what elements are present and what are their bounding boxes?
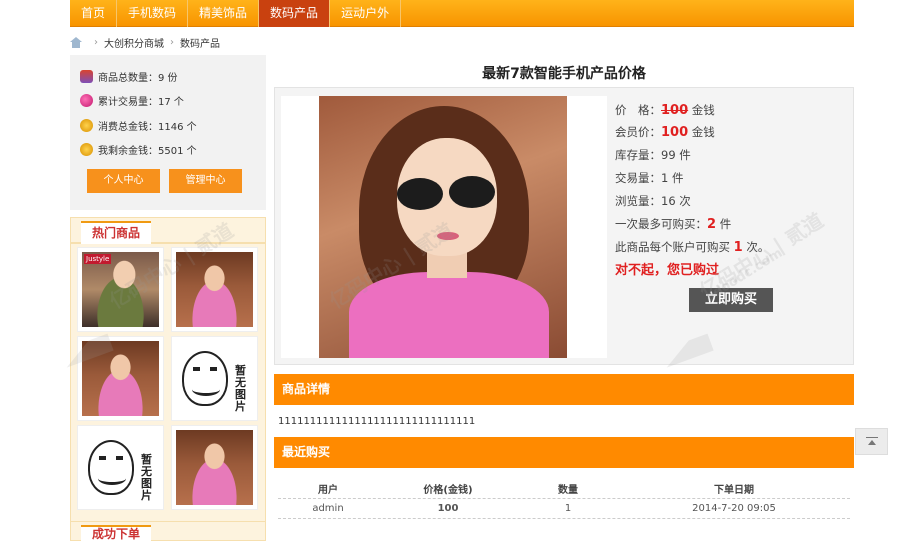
views-row: 浏览量：16 次 — [615, 194, 691, 208]
col-header-user: 用户 — [318, 485, 338, 496]
max-buy-row: 一次最多可购买：2 件 — [615, 214, 731, 234]
cell-qty: 1 — [564, 503, 572, 514]
product-title: 最新7款智能手机产品价格 — [482, 66, 646, 82]
back-to-top-button[interactable] — [855, 428, 888, 455]
stat-text: 我剩余金钱：5501 个 — [98, 145, 197, 157]
stat-total-spent: 消费总金钱：1146 个 — [80, 117, 197, 133]
stat-total-trades: 累计交易量：17 个 — [80, 92, 184, 108]
table-row: admin 100 1 2014-7-20 09:05 — [278, 499, 850, 519]
hot-item[interactable] — [171, 425, 258, 510]
no-image-text: 暂无图片 — [235, 364, 246, 413]
col-header-qty: 数量 — [558, 485, 578, 496]
detail-text: 1111111111111111111111111111111 — [278, 416, 476, 427]
cell-date: 2014-7-20 09:05 — [692, 503, 776, 514]
nav-item-accessories[interactable]: 精美饰品 — [188, 0, 260, 27]
arrow-up-icon — [866, 437, 878, 447]
hot-item[interactable]: 暂无图片 — [77, 425, 164, 510]
coin-icon — [80, 118, 93, 132]
trades-row: 交易量：1 件 — [615, 171, 684, 185]
success-orders-panel: 成功下单 — [70, 521, 266, 543]
recent-purchases-table: 用户 价格(金钱) 数量 下单日期 admin 100 1 2014-7-20 … — [278, 479, 850, 519]
max-buy-unit: 件 — [716, 217, 732, 231]
admin-center-button[interactable]: 管理中心 — [169, 169, 242, 193]
stat-text: 消费总金钱：1146 个 — [98, 121, 197, 133]
price-row: 价 格：100 金钱 — [615, 100, 715, 120]
max-buy-value: 2 — [707, 217, 717, 232]
success-orders-title: 成功下单 — [81, 525, 152, 543]
section-detail-header: 商品详情 — [274, 374, 854, 405]
meme-face-icon — [182, 351, 228, 406]
max-buy-label: 一次最多可购买： — [615, 217, 707, 231]
no-image-placeholder[interactable]: 暂无图片 — [176, 341, 253, 416]
meme-face-icon — [88, 440, 134, 495]
product-thumbnail[interactable] — [176, 430, 253, 505]
stat-text: 商品总数量：9 份 — [98, 72, 178, 84]
nav-item-phones[interactable]: 手机数码 — [117, 0, 189, 27]
cell-user: admin — [312, 503, 344, 514]
breadcrumb-current[interactable]: 数码产品 — [180, 35, 220, 50]
col-header-price: 价格(金钱) — [423, 485, 473, 496]
no-image-text: 暂无图片 — [141, 453, 152, 502]
nav-item-outdoor[interactable]: 运动户外 — [330, 0, 402, 27]
photo-sunglasses-right — [449, 176, 495, 208]
per-account-label: 此商品每个账户可购买 — [615, 240, 730, 254]
member-price-row: 会员价：100 金钱 — [615, 122, 715, 142]
personal-center-button[interactable]: 个人中心 — [87, 169, 160, 193]
chevron-right-icon: › — [170, 36, 174, 48]
hot-goods-title: 热门商品 — [81, 221, 152, 244]
no-image-placeholder[interactable]: 暂无图片 — [82, 430, 159, 505]
breadcrumb: › 大创积分商城 › 数码产品 — [70, 32, 220, 52]
stat-total-goods: 商品总数量：9 份 — [80, 68, 178, 84]
user-stats-panel: 商品总数量：9 份 累计交易量：17 个 消费总金钱：1146 个 我剩余金钱：… — [70, 55, 266, 210]
nav-item-digital[interactable]: 数码产品 — [259, 0, 331, 27]
main-nav: 首页 手机数码 精美饰品 数码产品 运动户外 — [70, 0, 854, 27]
price-label: 价 格： — [615, 103, 661, 117]
stock-row: 库存量：99 件 — [615, 148, 691, 162]
cell-price: 100 — [437, 503, 459, 514]
stat-remaining: 我剩余金钱：5501 个 — [80, 141, 197, 157]
hot-item[interactable]: 暂无图片 — [171, 336, 258, 421]
brand-logo: Justyle — [84, 254, 112, 264]
table-header-row: 用户 价格(金钱) 数量 下单日期 — [278, 479, 850, 499]
gift-icon — [80, 69, 93, 83]
member-price-value: 100 — [661, 125, 689, 140]
col-header-date: 下单日期 — [714, 485, 754, 496]
stat-text: 累计交易量：17 个 — [98, 96, 184, 108]
nav-item-home[interactable]: 首页 — [70, 0, 118, 27]
trade-icon — [80, 93, 93, 107]
section-recent-header: 最近购买 — [274, 437, 854, 468]
chevron-right-icon: › — [94, 36, 98, 48]
coin-icon — [80, 142, 93, 156]
member-price-label: 会员价： — [615, 125, 661, 139]
photo-sunglasses-left — [397, 178, 443, 210]
home-icon[interactable] — [70, 36, 82, 48]
member-price-unit: 金钱 — [691, 125, 715, 139]
price-value: 100 — [661, 103, 689, 118]
breadcrumb-home[interactable]: 大创积分商城 — [104, 35, 164, 50]
product-box: 价 格：100 金钱 会员价：100 金钱 库存量：99 件 交易量：1 件 浏… — [274, 87, 854, 365]
price-unit: 金钱 — [691, 103, 715, 117]
